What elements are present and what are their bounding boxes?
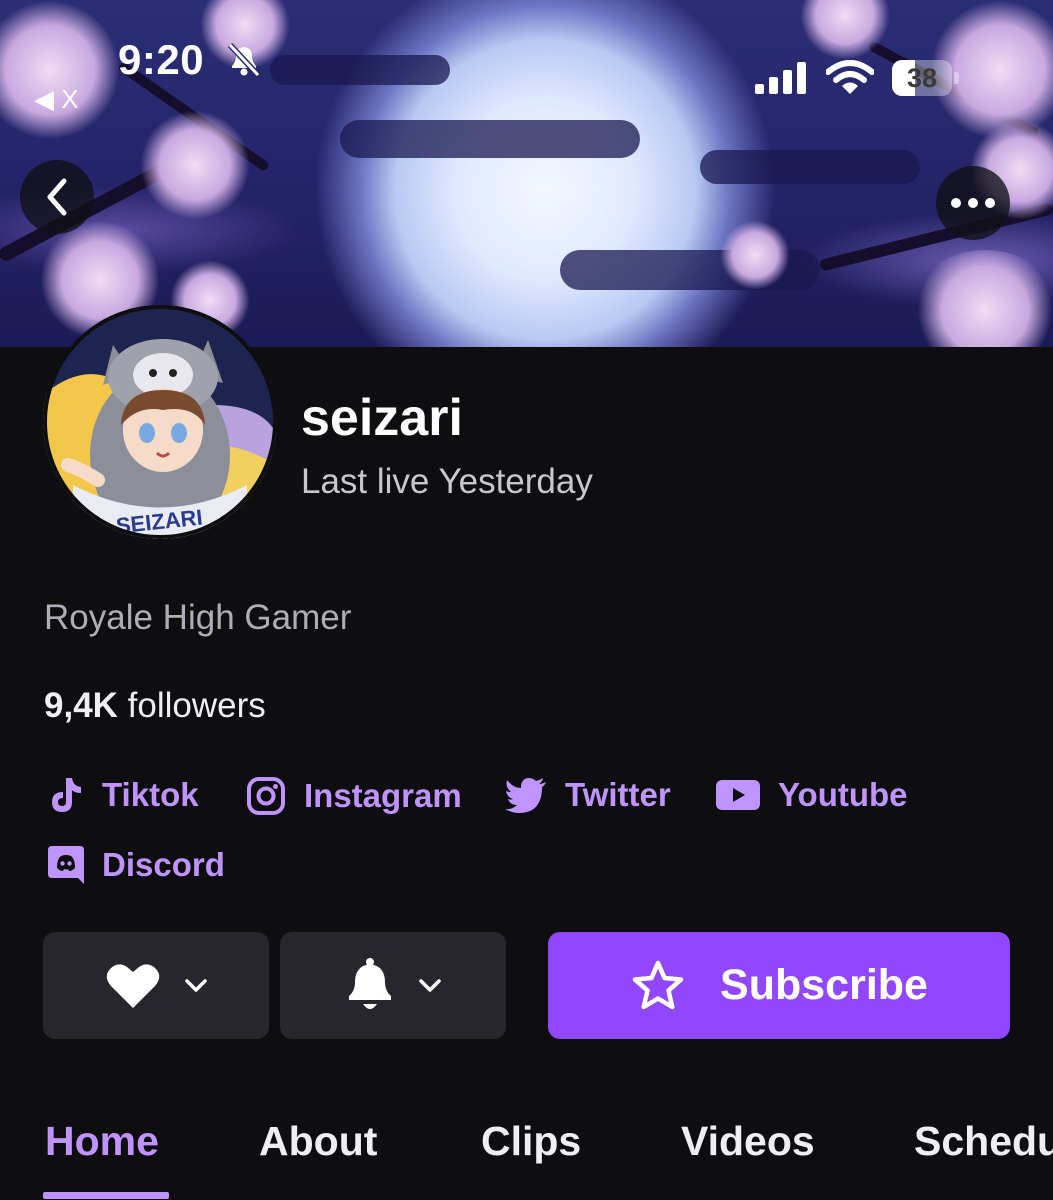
ellipsis-icon [951,198,995,208]
discord-icon [48,846,84,884]
avatar-image: SEIZARI [43,305,277,539]
chevron-down-icon [185,978,207,992]
youtube-icon [716,780,760,810]
subscribe-label: Subscribe [720,961,928,1009]
tab-videos[interactable]: Videos [681,1118,815,1165]
bell-icon [349,957,391,1009]
back-to-app-link[interactable]: ◀ X [34,84,79,115]
channel-bio: Royale High Gamer [44,598,352,637]
star-icon [632,960,684,1009]
tiktok-icon [52,778,81,812]
status-bar: 9:20 ◀ X 38 [0,0,1053,120]
tab-clips[interactable]: Clips [481,1118,581,1165]
active-tab-indicator [43,1192,169,1199]
channel-name: seizari [301,389,463,447]
chevron-left-icon [47,178,67,216]
more-options-button[interactable] [936,166,1010,240]
bell-slash-icon [227,42,261,78]
social-label: Tiktok [102,776,199,813]
social-link-instagram[interactable]: Instagram [246,776,462,816]
social-link-tiktok[interactable]: Tiktok [48,776,199,814]
instagram-icon [247,777,285,815]
chevron-down-icon [419,978,441,992]
status-time: 9:20 [118,36,205,83]
cellular-signal-icon [755,62,806,94]
tab-about[interactable]: About [259,1118,377,1165]
subscribe-button[interactable]: Subscribe [548,932,1010,1039]
tab-home[interactable]: Home [45,1118,159,1165]
battery-icon: 38 [892,60,960,96]
twitter-icon [505,778,546,813]
social-label: Instagram [304,777,462,814]
heart-icon [106,963,160,1008]
social-link-discord[interactable]: Discord [48,846,225,884]
social-label: Discord [102,846,225,883]
avatar[interactable]: SEIZARI [43,305,277,539]
channel-tabs: Home About Clips Videos Schedule [0,1100,1053,1200]
social-label: Youtube [778,776,908,813]
tab-schedule[interactable]: Schedule [914,1118,1053,1165]
wifi-icon [826,60,874,94]
battery-level: 38 [906,63,938,93]
followers-count: 9,4K followers [44,686,266,726]
back-button[interactable] [20,160,94,234]
followers-label: followers [127,686,266,725]
notifications-button[interactable] [280,932,506,1039]
last-live-status: Last live Yesterday [301,462,593,501]
social-link-twitter[interactable]: Twitter [505,776,671,814]
followers-number: 9,4K [44,686,118,725]
social-label: Twitter [565,776,671,813]
social-link-youtube[interactable]: Youtube [716,776,908,814]
follow-button[interactable] [43,932,269,1039]
